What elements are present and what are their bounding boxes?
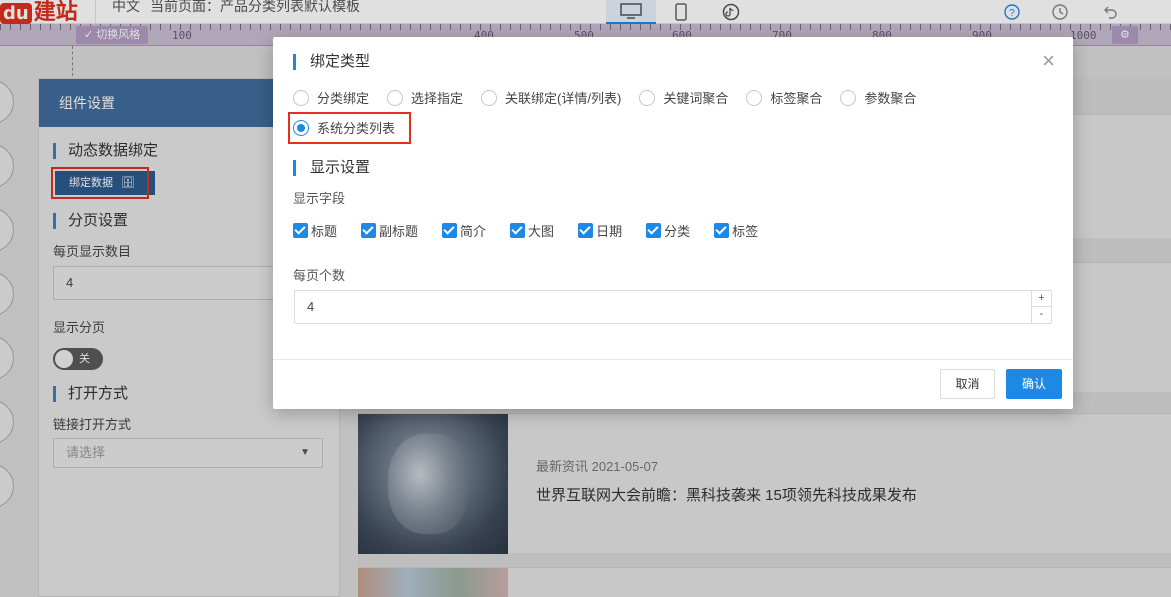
dialog-footer-divider xyxy=(273,359,1073,360)
radio-related-bind[interactable]: 关联绑定(详情/列表) xyxy=(481,88,621,107)
radio-circle xyxy=(293,89,309,106)
radio-param-aggregate[interactable]: 参数聚合 xyxy=(840,88,916,107)
bind-data-dialog: × 绑定类型 分类绑定 选择指定 关联绑定(详情/列表) 关键词聚合 标签聚合 … xyxy=(273,37,1073,409)
checkbox-title[interactable]: 标题 xyxy=(293,221,337,240)
per-page-count-input[interactable]: 4 + - xyxy=(294,290,1052,324)
display-settings-title: 显示设置 xyxy=(293,160,370,176)
cancel-button[interactable]: 取消 xyxy=(940,369,995,399)
increment-button[interactable]: + xyxy=(1032,291,1051,307)
display-fields-label: 显示字段 xyxy=(293,191,346,206)
radio-category-bind[interactable]: 分类绑定 xyxy=(293,88,369,107)
checkbox-label: 大图 xyxy=(528,224,555,239)
checkbox-checked-icon xyxy=(714,223,730,238)
checkbox-image[interactable]: 大图 xyxy=(510,221,554,240)
radio-tag-aggregate[interactable]: 标签聚合 xyxy=(746,88,822,107)
checkbox-label: 副标题 xyxy=(379,224,419,239)
radio-select-specified[interactable]: 选择指定 xyxy=(387,88,463,107)
radio-keyword-aggregate[interactable]: 关键词聚合 xyxy=(639,88,728,107)
quantity-stepper: + - xyxy=(1031,291,1051,323)
bind-type-title: 绑定类型 xyxy=(293,54,370,70)
radio-label: 关联绑定(详情/列表) xyxy=(505,91,622,106)
checkbox-label: 标题 xyxy=(311,224,338,239)
checkbox-label: 日期 xyxy=(596,224,623,239)
decrement-button[interactable]: - xyxy=(1032,307,1051,323)
radio-label: 分类绑定 xyxy=(317,91,370,106)
checkbox-date[interactable]: 日期 xyxy=(578,221,622,240)
radio-circle xyxy=(387,89,404,106)
checkbox-label: 分类 xyxy=(664,224,691,239)
checkbox-subtitle[interactable]: 副标题 xyxy=(361,221,418,240)
bind-type-radio-group: 分类绑定 选择指定 关联绑定(详情/列表) 关键词聚合 标签聚合 参数聚合 xyxy=(293,88,934,107)
radio-label: 选择指定 xyxy=(411,91,464,106)
radio-circle xyxy=(481,89,498,106)
per-page-count-label: 每页个数 xyxy=(293,268,346,283)
checkbox-tag[interactable]: 标签 xyxy=(714,221,758,240)
radio-circle xyxy=(746,89,763,106)
checkbox-category[interactable]: 分类 xyxy=(646,221,690,240)
confirm-button[interactable]: 确认 xyxy=(1006,369,1062,399)
highlight-box xyxy=(288,112,411,144)
display-fields-checkbox-group: 标题 副标题 简介 大图 日期 分类 标签 xyxy=(293,221,782,240)
close-icon[interactable]: × xyxy=(1042,50,1055,72)
radio-circle xyxy=(639,89,656,106)
radio-label: 参数聚合 xyxy=(864,91,917,106)
radio-circle xyxy=(840,89,857,106)
radio-label: 标签聚合 xyxy=(770,91,823,106)
checkbox-label: 简介 xyxy=(460,224,487,239)
checkbox-checked-icon xyxy=(578,223,594,238)
checkbox-label: 标签 xyxy=(732,224,759,239)
checkbox-summary[interactable]: 简介 xyxy=(442,221,486,240)
per-page-count-value: 4 xyxy=(307,299,315,314)
checkbox-checked-icon xyxy=(361,223,377,238)
radio-label: 关键词聚合 xyxy=(663,91,729,106)
checkbox-checked-icon xyxy=(510,223,526,238)
checkbox-checked-icon xyxy=(646,223,662,238)
checkbox-checked-icon xyxy=(442,223,458,238)
checkbox-checked-icon xyxy=(293,223,308,238)
